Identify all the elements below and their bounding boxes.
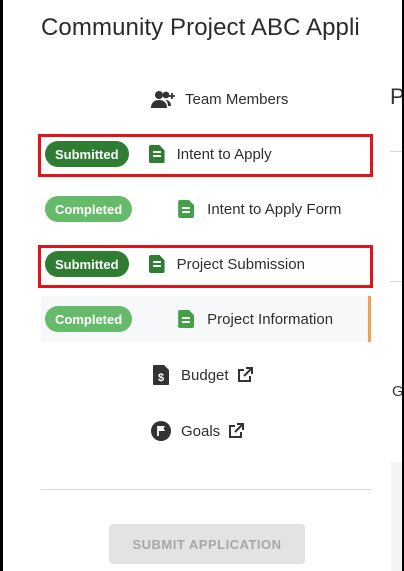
goals-flag-icon <box>151 421 171 441</box>
budget-document-icon: $ <box>153 365 169 385</box>
right-pane-panel <box>391 462 402 571</box>
nav-label-intent-to-apply-form: Intent to Apply Form <box>207 200 342 218</box>
nav-label-team-members: Team Members <box>185 90 289 108</box>
status-badge-completed: Completed <box>45 306 133 332</box>
nav-label-project-information: Project Information <box>207 310 334 328</box>
right-pane-text-fragment: Ge <box>392 383 404 400</box>
status-badge-completed: Completed <box>45 196 133 222</box>
nav-item-project-information[interactable]: Completed Project Information <box>41 296 371 342</box>
highlight-box-intent-to-apply <box>38 134 373 177</box>
sidebar-divider <box>41 489 371 490</box>
nav-item-goals[interactable]: Goals <box>41 408 371 454</box>
app-title: Community Project ABC Appli <box>41 14 360 41</box>
document-icon <box>178 310 195 328</box>
nav-label-budget: Budget <box>181 366 229 384</box>
highlight-box-project-submission <box>38 245 373 288</box>
svg-text:$: $ <box>158 372 164 384</box>
document-icon <box>178 200 195 218</box>
nav-label-goals: Goals <box>181 422 221 440</box>
app-window: Community Project ABC Appli Team Members… <box>0 0 404 571</box>
external-link-icon <box>237 367 253 382</box>
external-link-icon <box>229 423 245 438</box>
nav-item-intent-to-apply-form[interactable]: Completed Intent to Apply Form <box>41 186 371 232</box>
right-pane-heading-fragment: P <box>390 84 404 109</box>
top-strip <box>3 0 402 6</box>
team-members-icon <box>151 91 175 108</box>
submit-application-button[interactable]: SUBMIT APPLICATION <box>109 524 305 564</box>
nav-item-team-members[interactable]: Team Members <box>41 76 371 122</box>
right-pane-divider <box>390 151 402 152</box>
nav-item-budget[interactable]: $ Budget <box>41 352 371 398</box>
right-pane-divider <box>390 281 402 282</box>
